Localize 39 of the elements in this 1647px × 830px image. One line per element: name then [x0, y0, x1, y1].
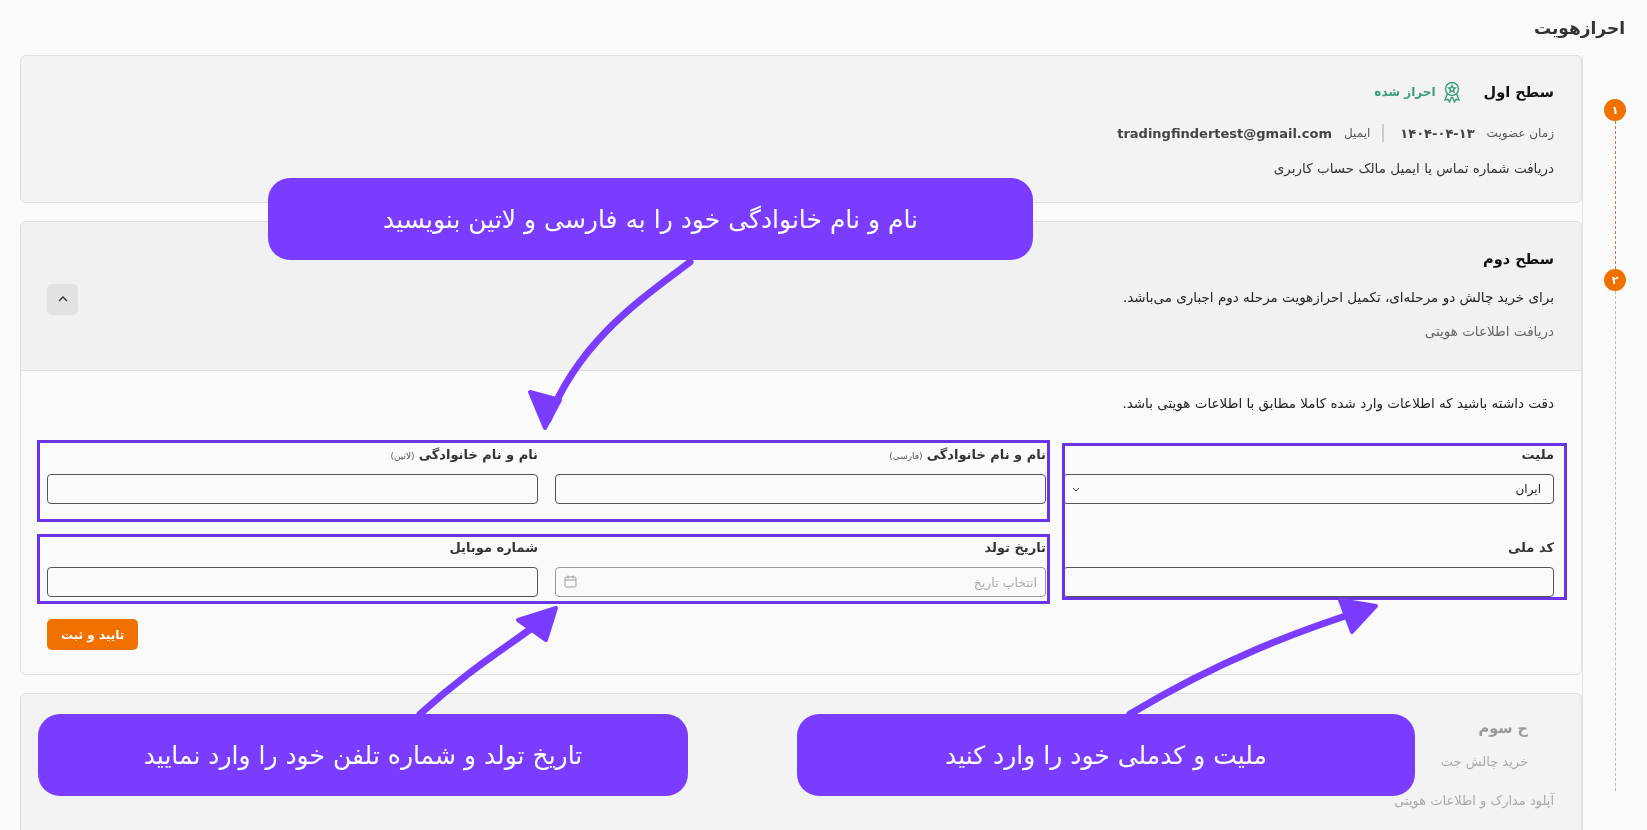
- page-title: احرازهویت: [1533, 17, 1625, 38]
- field-label: شماره موبایل: [448, 540, 538, 555]
- meta-value: tradingfindertest@gmail.com: [1117, 125, 1332, 141]
- field-label: ملیت: [1520, 447, 1554, 462]
- level-title: سطح اول: [1483, 84, 1554, 100]
- step-number: ۲: [1604, 269, 1626, 291]
- field-hint: (فارسی): [889, 451, 923, 461]
- field-label: نام و نام خانوادگی: [926, 447, 1046, 462]
- warning-text: دقت داشته باشید که اطلاعات وارد شده کاملا مطابق با اطلاعات هویتی باشد.: [1121, 395, 1554, 411]
- input-field[interactable]: [47, 567, 538, 597]
- meta-value: ۱۴۰۴-۰۴-۱۳: [1400, 125, 1475, 141]
- field-hint: (لاتین): [390, 451, 415, 461]
- level-description: دریافت شماره تماس یا ایمیل مالک حساب کاربری: [1272, 160, 1554, 176]
- level-description: آپلود مدارک و اطلاعات هویتی: [1394, 793, 1554, 808]
- level-title: ح سوم: [1478, 720, 1528, 736]
- field-label: کد ملی: [1506, 540, 1554, 555]
- field-label: نام و نام خانوادگی: [418, 447, 538, 462]
- callout-label: تاریخ تولد و شماره تلفن خود را وارد نمایید: [38, 714, 688, 796]
- callout-label: ملیت و کدملی خود را وارد کنید: [797, 714, 1415, 796]
- calendar-icon: [564, 575, 577, 588]
- select-field[interactable]: ایران: [1063, 474, 1554, 504]
- input-field[interactable]: [1063, 567, 1554, 597]
- caret-icon: [1072, 486, 1080, 492]
- chevron-up-icon: [57, 296, 68, 302]
- notice-text: برای خرید چالش دو مرحله‌ای، تکمیل احرازهویت مرحله دوم اجباری می‌باشد.: [1122, 289, 1554, 305]
- callout-label: نام و نام خانوادگی خود را به فارسی و لاتین بنویسید: [268, 178, 1033, 260]
- level-title: سطح دوم: [1482, 251, 1554, 267]
- meta-label: ایمیل: [1344, 126, 1371, 140]
- input-field[interactable]: [555, 474, 1046, 504]
- date-field[interactable]: انتخاب تاریخ: [555, 567, 1046, 597]
- level-description: خرید چالش جت: [1440, 754, 1528, 769]
- step-number: ۱: [1604, 99, 1626, 121]
- meta-label: زمان عضویت: [1486, 126, 1554, 140]
- field-label: تاریخ تولد: [983, 540, 1046, 555]
- level-description: دریافت اطلاعات هویتی: [1423, 323, 1554, 339]
- input-field[interactable]: [47, 474, 538, 504]
- status-label: احراز شده: [1374, 85, 1436, 99]
- collapse-button[interactable]: [47, 283, 78, 315]
- award-icon: [1441, 81, 1462, 103]
